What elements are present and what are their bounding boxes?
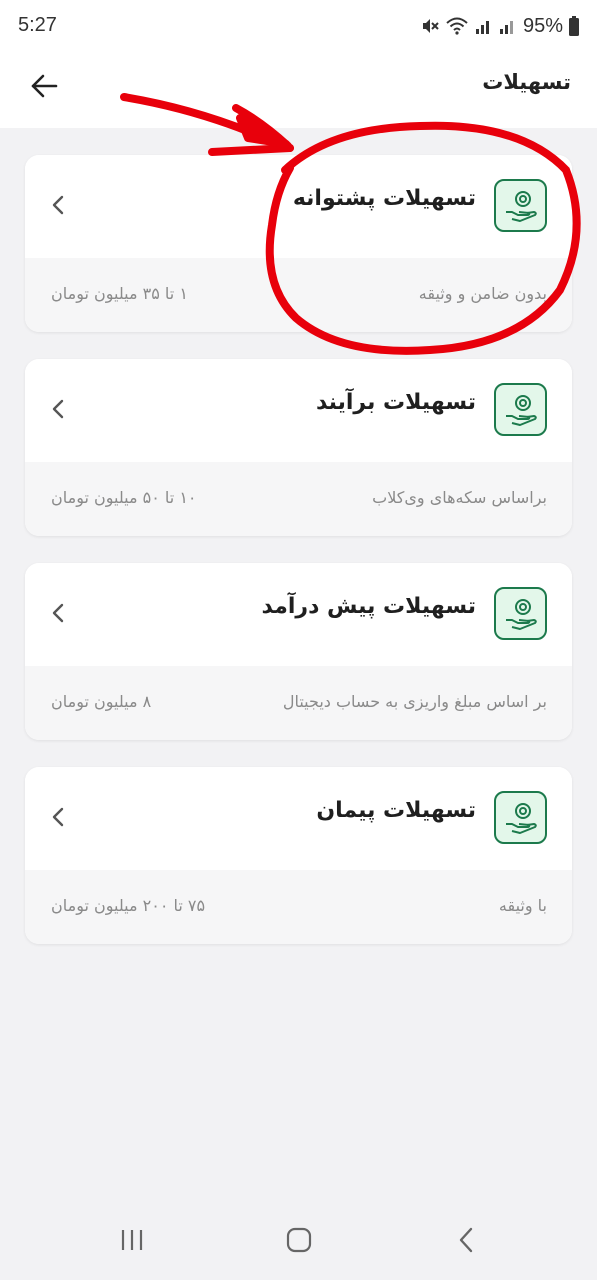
mute-icon <box>421 17 439 35</box>
card-description: براساس سکه‌های وی‌کلاب <box>372 488 547 507</box>
home-icon <box>285 1226 313 1258</box>
wifi-icon <box>445 16 469 36</box>
card-title: تسهیلات پیش درآمد <box>261 594 476 619</box>
card-amount: ۷۵ تا ۲۰۰ میلیون تومان <box>51 896 206 915</box>
card-footer: بدون ضامن و وثیقه ۱ تا ۳۵ میلیون تومان <box>25 258 572 332</box>
loan-card-peyman[interactable]: تسهیلات پیمان با وثیقه ۷۵ تا ۲۰۰ میلیون … <box>25 767 572 944</box>
chevron-left-icon[interactable] <box>47 599 69 627</box>
signal-2-icon <box>499 17 517 35</box>
card-amount: ۱۰ تا ۵۰ میلیون تومان <box>51 488 197 507</box>
back-button[interactable] <box>22 66 66 110</box>
system-back-button[interactable] <box>446 1226 486 1258</box>
card-description: بدون ضامن و وثیقه <box>418 284 547 303</box>
card-amount: ۸ میلیون تومان <box>51 692 152 711</box>
hand-coin-icon <box>494 791 547 844</box>
recent-apps-button[interactable] <box>112 1226 152 1258</box>
home-button[interactable] <box>279 1226 319 1258</box>
loan-card-poshtvaneh[interactable]: تسهیلات پشتوانه بدون ضامن و وثیقه ۱ تا ۳… <box>25 155 572 332</box>
hand-coin-icon <box>494 179 547 232</box>
chevron-left-icon[interactable] <box>47 191 69 219</box>
card-footer: براساس سکه‌های وی‌کلاب ۱۰ تا ۵۰ میلیون ت… <box>25 462 572 536</box>
arrow-left-icon <box>30 74 58 102</box>
recent-apps-icon <box>118 1227 146 1257</box>
card-amount: ۱ تا ۳۵ میلیون تومان <box>51 284 188 303</box>
status-bar: 5:27 95% <box>0 0 597 52</box>
system-nav-bar <box>0 1204 597 1280</box>
battery-percent: 95% <box>522 14 563 37</box>
chevron-left-icon[interactable] <box>47 803 69 831</box>
page-title: تسهیلات <box>482 70 571 94</box>
card-title: تسهیلات پشتوانه <box>292 186 476 211</box>
card-title: تسهیلات پیمان <box>316 798 476 823</box>
card-title: تسهیلات برآیند <box>315 390 476 415</box>
hand-coin-icon <box>494 383 547 436</box>
card-description: با وثیقه <box>498 896 547 915</box>
card-description: بر اساس مبلغ واریزی به حساب دیجیتال <box>282 692 547 711</box>
signal-icon <box>475 17 493 35</box>
card-footer: با وثیقه ۷۵ تا ۲۰۰ میلیون تومان <box>25 870 572 944</box>
status-icons: 95% <box>421 12 579 40</box>
chevron-left-icon[interactable] <box>47 395 69 423</box>
loan-card-barayand[interactable]: تسهیلات برآیند براساس سکه‌های وی‌کلاب ۱۰… <box>25 359 572 536</box>
card-header: تسهیلات پشتوانه <box>25 155 572 258</box>
back-chevron-icon <box>456 1226 476 1258</box>
card-header: تسهیلات پیش درآمد <box>25 563 572 666</box>
card-header: تسهیلات پیمان <box>25 767 572 870</box>
hand-coin-icon <box>494 587 547 640</box>
loan-card-pish-daramad[interactable]: تسهیلات پیش درآمد بر اساس مبلغ واریزی به… <box>25 563 572 740</box>
card-header: تسهیلات برآیند <box>25 359 572 462</box>
battery-icon <box>569 16 579 36</box>
card-footer: بر اساس مبلغ واریزی به حساب دیجیتال ۸ می… <box>25 666 572 740</box>
status-time: 5:27 <box>18 14 57 36</box>
app-bar: تسهیلات <box>0 52 597 128</box>
